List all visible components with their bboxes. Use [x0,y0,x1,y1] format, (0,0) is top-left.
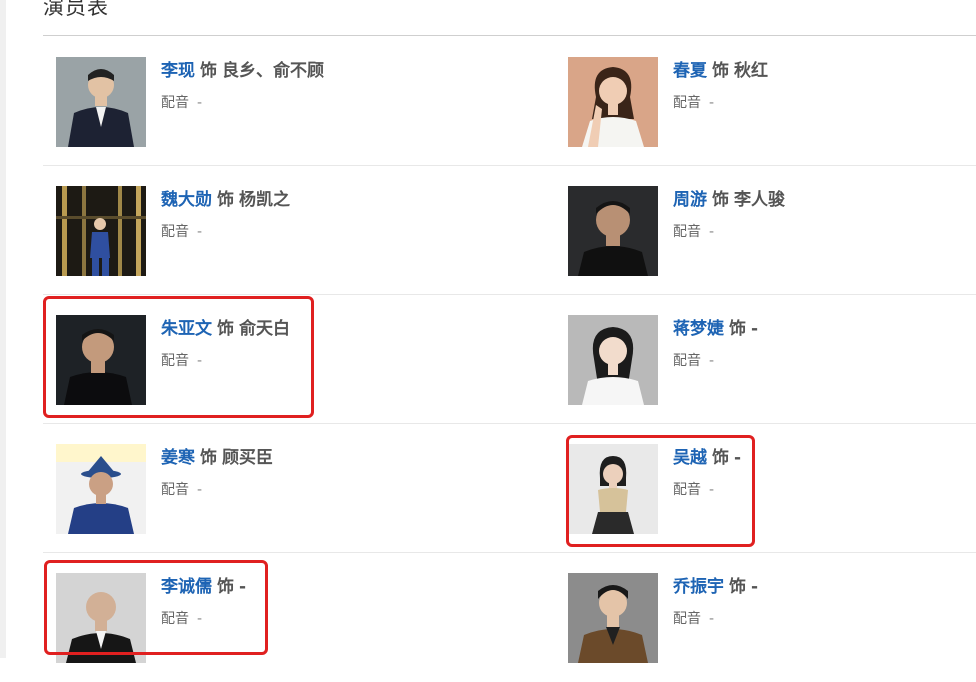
actor-photo[interactable] [568,444,658,534]
role-name: - [751,319,759,339]
actor-photo[interactable] [568,315,658,405]
cast-row: 李诚儒饰 - 配音 - 乔振宇饰 - 配音 - [43,553,976,682]
actor-name-link[interactable]: 春夏 [673,61,707,81]
voice-line: 配音 - [673,222,714,242]
voice-value: - [197,353,203,369]
actor-photo[interactable] [56,444,146,534]
voice-label: 配音 [673,482,701,498]
voice-line: 配音 - [673,93,714,113]
role-name: 良乡、俞不顾 [222,61,324,81]
actor-photo[interactable] [568,186,658,276]
voice-line: 配音 - [161,222,202,242]
role-name: - [734,448,742,468]
actor-photo[interactable] [56,315,146,405]
voice-value: - [709,482,715,498]
voice-line: 配音 - [161,351,202,371]
cast-card[interactable]: 乔振宇饰 - 配音 - [568,553,976,682]
cast-card[interactable]: 蒋梦婕饰 - 配音 - [568,295,976,424]
cast-row: 朱亚文饰俞天白 配音 - 蒋梦婕饰 - 配音 - [43,295,976,424]
actor-name-link[interactable]: 蒋梦婕 [673,319,724,339]
actor-name-link[interactable]: 姜寒 [161,448,195,468]
actor-name-link[interactable]: 李现 [161,61,195,81]
name-line: 魏大勋饰杨凯之 [161,188,290,212]
voice-label: 配音 [161,353,189,369]
role-prefix: 饰 [712,61,729,81]
cast-card[interactable]: 姜寒饰顾买臣 配音 - [56,424,496,553]
role-prefix: 饰 [217,190,234,210]
role-name: - [239,577,247,597]
actor-name-link[interactable]: 魏大勋 [161,190,212,210]
cast-card[interactable]: 春夏饰秋红 配音 - [568,37,976,166]
voice-line: 配音 - [161,93,202,113]
role-name: 秋红 [734,61,768,81]
name-line: 姜寒饰顾买臣 [161,446,273,470]
role-prefix: 饰 [712,448,729,468]
voice-label: 配音 [673,353,701,369]
actor-name-link[interactable]: 朱亚文 [161,319,212,339]
role-name: 李人骏 [734,190,785,210]
voice-label: 配音 [673,224,701,240]
voice-label: 配音 [673,95,701,111]
role-prefix: 饰 [200,448,217,468]
actor-photo[interactable] [568,57,658,147]
role-name: 顾买臣 [222,448,273,468]
voice-line: 配音 - [161,480,202,500]
name-line: 春夏饰秋红 [673,59,768,83]
cast-card[interactable]: 周游饰李人骏 配音 - [568,166,976,295]
voice-line: 配音 - [161,609,202,629]
role-name: - [751,577,759,597]
name-line: 周游饰李人骏 [673,188,785,212]
actor-name-link[interactable]: 吴越 [673,448,707,468]
voice-line: 配音 - [673,480,714,500]
voice-value: - [197,611,203,627]
role-prefix: 饰 [217,319,234,339]
voice-label: 配音 [673,611,701,627]
voice-value: - [709,353,715,369]
name-line: 朱亚文饰俞天白 [161,317,290,341]
cast-card[interactable]: 吴越饰 - 配音 - [568,424,976,553]
voice-value: - [197,95,203,111]
name-line: 乔振宇饰 - [673,575,758,599]
name-line: 吴越饰 - [673,446,741,470]
role-prefix: 饰 [200,61,217,81]
voice-label: 配音 [161,482,189,498]
cast-card[interactable]: 朱亚文饰俞天白 配音 - [56,295,496,424]
voice-value: - [197,224,203,240]
actor-name-link[interactable]: 周游 [673,190,707,210]
actor-name-link[interactable]: 李诚儒 [161,577,212,597]
actor-name-link[interactable]: 乔振宇 [673,577,724,597]
voice-line: 配音 - [673,609,714,629]
name-line: 李现饰良乡、俞不顾 [161,59,324,83]
actor-photo[interactable] [56,57,146,147]
voice-label: 配音 [161,95,189,111]
cast-card[interactable]: 魏大勋饰杨凯之 配音 - [56,166,496,295]
cast-row: 魏大勋饰杨凯之 配音 - 周游饰李人骏 配音 - [43,166,976,295]
role-prefix: 饰 [729,577,746,597]
role-name: 杨凯之 [239,190,290,210]
name-line: 蒋梦婕饰 - [673,317,758,341]
cast-list: 李现饰良乡、俞不顾 配音 - 春夏饰秋红 配音 - 魏大勋饰杨凯之 配音 - 周… [0,0,976,663]
role-prefix: 饰 [712,190,729,210]
voice-label: 配音 [161,611,189,627]
voice-value: - [709,95,715,111]
actor-photo[interactable] [568,573,658,663]
role-prefix: 饰 [729,319,746,339]
cast-row: 李现饰良乡、俞不顾 配音 - 春夏饰秋红 配音 - [43,37,976,166]
voice-value: - [709,224,715,240]
role-prefix: 饰 [217,577,234,597]
cast-card[interactable]: 李诚儒饰 - 配音 - [56,553,496,682]
voice-value: - [197,482,203,498]
voice-label: 配音 [161,224,189,240]
role-name: 俞天白 [239,319,290,339]
voice-value: - [709,611,715,627]
voice-line: 配音 - [673,351,714,371]
name-line: 李诚儒饰 - [161,575,246,599]
cast-row: 姜寒饰顾买臣 配音 - 吴越饰 - 配音 - [43,424,976,553]
actor-photo[interactable] [56,573,146,663]
cast-card[interactable]: 李现饰良乡、俞不顾 配音 - [56,37,496,166]
actor-photo[interactable] [56,186,146,276]
